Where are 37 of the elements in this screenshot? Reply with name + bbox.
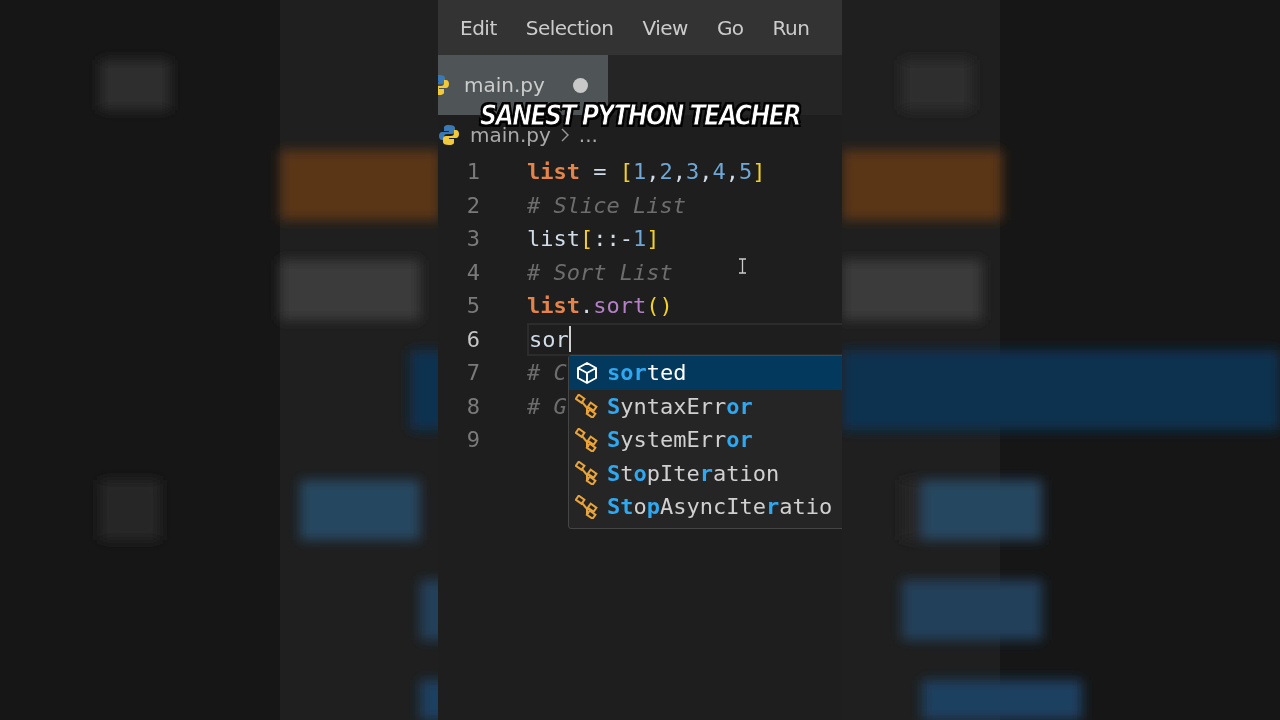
suggestion-item[interactable]: SystemError [569, 423, 842, 457]
line-number: 3 [465, 226, 480, 252]
code-line: list = [1,2,3,4,5] [527, 159, 766, 185]
code-comment: # Slice List [527, 192, 686, 218]
code-line: list[::-1] [527, 226, 660, 252]
text-caret [568, 326, 571, 353]
menu-item[interactable]: Go [716, 15, 744, 40]
code-comment: # C [527, 360, 567, 386]
line-number: 1 [465, 159, 480, 185]
chevron-right-icon [560, 128, 569, 142]
code-comment: # G [527, 393, 567, 419]
modified-dot [573, 77, 588, 93]
menu-item[interactable]: Selection [525, 15, 614, 40]
line-number: 4 [465, 259, 480, 285]
suggestion-item[interactable]: StopAsyncIteratio [569, 490, 842, 524]
class-icon [575, 461, 599, 486]
line-number: 7 [465, 360, 480, 386]
suggestion-item[interactable]: sorted [569, 356, 842, 390]
class-icon [575, 494, 599, 519]
python-logo-icon [438, 124, 460, 146]
line-number: 5 [465, 293, 480, 319]
cube-icon [575, 360, 599, 385]
line-number: 6 [465, 326, 480, 352]
line-number: 9 [465, 427, 480, 453]
class-icon [575, 394, 599, 419]
suggestion-item[interactable]: SyntaxError [569, 389, 842, 423]
code-line: list.sort() [527, 293, 673, 319]
code-comment: # Sort List [527, 259, 673, 285]
line-number: 2 [465, 192, 480, 218]
menu-item[interactable]: Edit [460, 15, 497, 40]
code-line: sor [529, 326, 569, 352]
menu-item[interactable]: View [642, 15, 688, 40]
class-icon [575, 427, 599, 452]
text-cursor-icon [738, 258, 747, 274]
suggestion-item[interactable]: StopIteration [569, 456, 842, 490]
line-number: 8 [465, 393, 480, 419]
menu-item[interactable]: Run [772, 15, 810, 40]
